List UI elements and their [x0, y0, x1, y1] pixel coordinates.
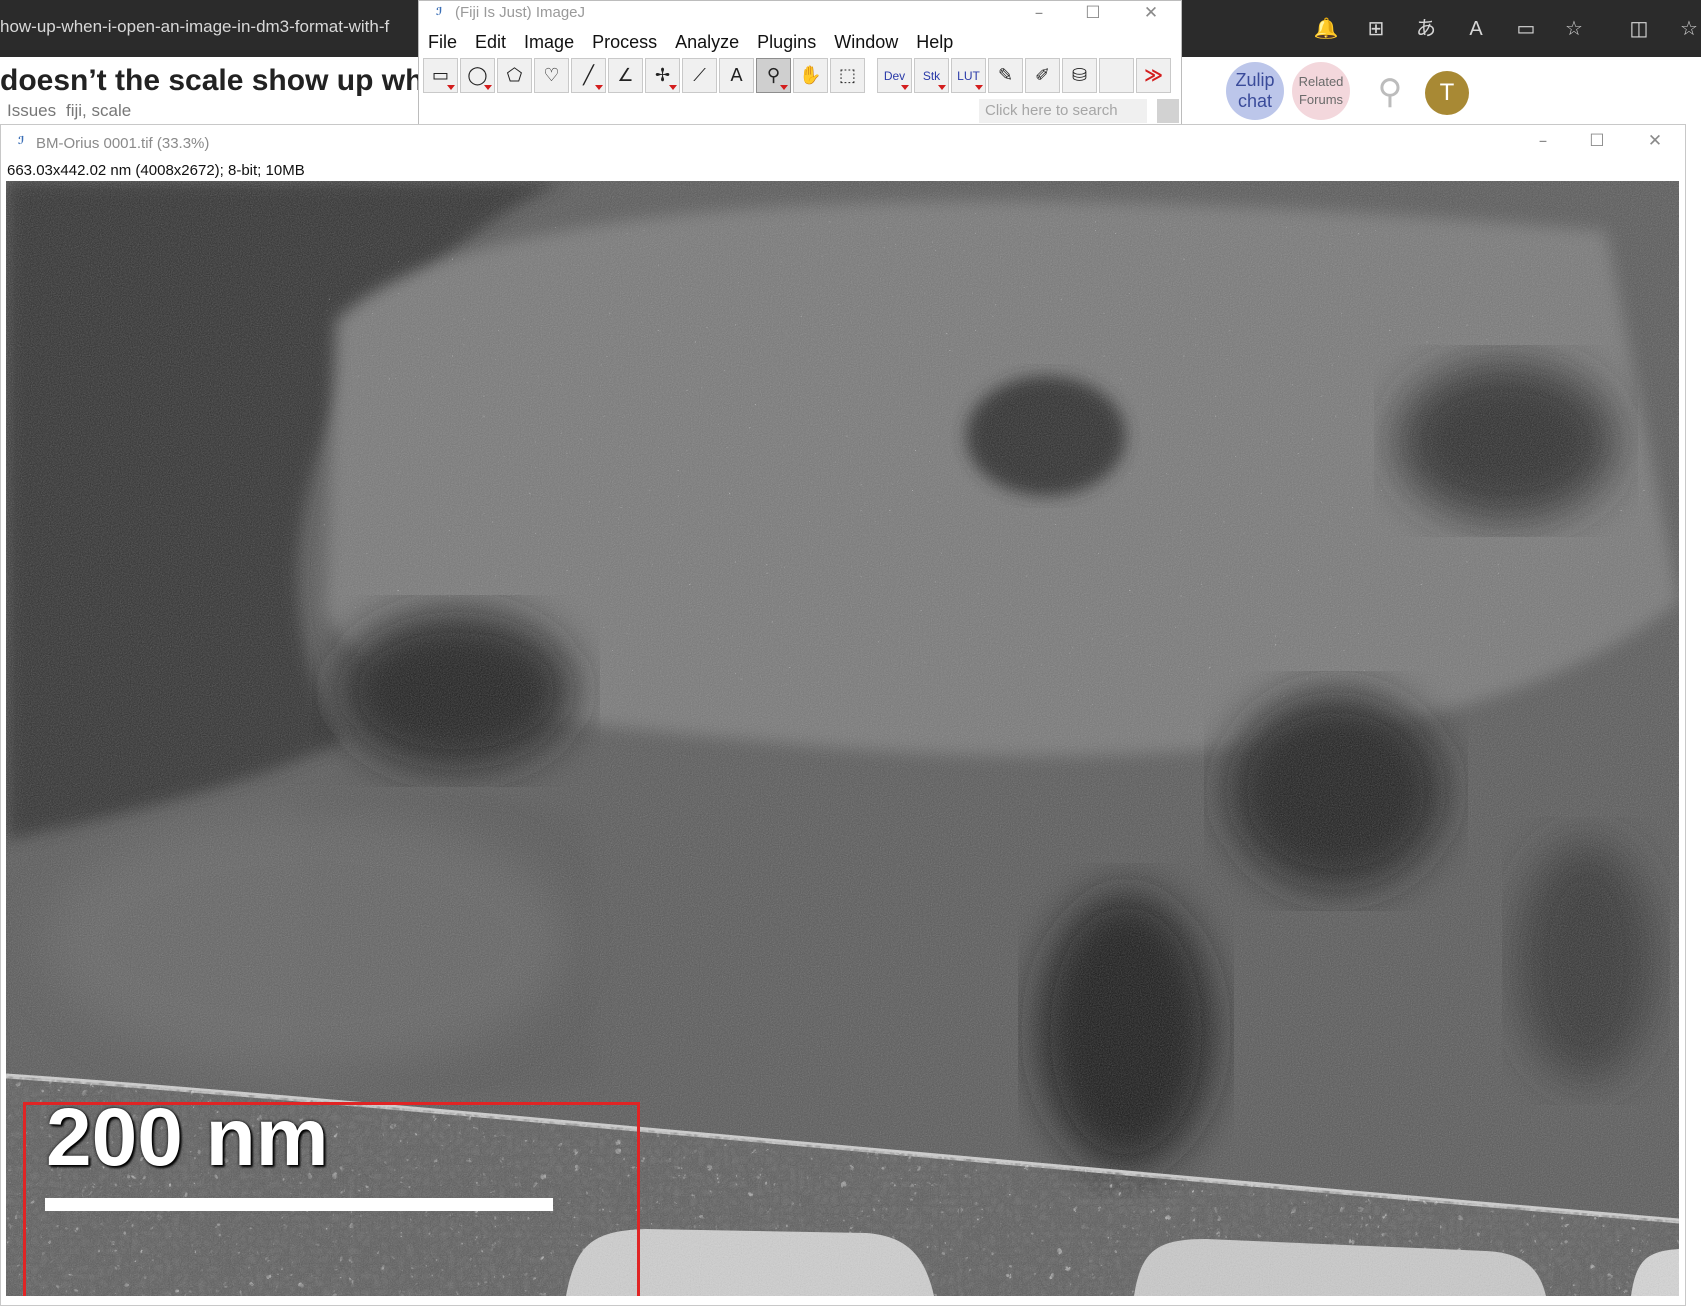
color-picker-tool-icon[interactable]: ⬚ — [830, 58, 865, 93]
close-icon[interactable]: ✕ — [1633, 129, 1677, 153]
image-canvas[interactable]: 200 nm — [6, 181, 1679, 1296]
minimize-icon[interactable]: – — [1521, 129, 1565, 153]
dev-tool-button[interactable]: Dev — [877, 58, 912, 93]
related-forums-button[interactable]: Related Forums — [1292, 62, 1350, 120]
text-tool-icon[interactable]: A — [719, 58, 754, 93]
rectangle-tool-icon[interactable]: ▭ — [423, 58, 458, 93]
topic-tags[interactable]: fiji, scale — [66, 101, 131, 121]
lut-tool-button[interactable]: LUT — [951, 58, 986, 93]
pencil-tool-icon[interactable]: ✎ — [988, 58, 1023, 93]
topic-category[interactable]: Issues — [7, 101, 56, 121]
hand-tool-icon[interactable]: ✋ — [793, 58, 828, 93]
freehand-tool-icon[interactable]: ♡ — [534, 58, 569, 93]
zulip-chat-button[interactable]: Zulip chat — [1226, 62, 1284, 120]
dev-label: Dev — [883, 68, 906, 83]
split-screen-icon[interactable]: ◫ — [1622, 12, 1656, 46]
read-aloud-icon[interactable]: A — [1459, 12, 1493, 46]
maximize-icon[interactable]: ☐ — [1071, 1, 1115, 25]
imagej-titlebar[interactable]: ℐ (Fiji Is Just) ImageJ – ☐ ✕ — [419, 1, 1181, 25]
wand-tool-icon[interactable]: ⟋ — [682, 58, 717, 93]
minimize-icon[interactable]: – — [1017, 1, 1061, 25]
imagej-main-window: ℐ (Fiji Is Just) ImageJ – ☐ ✕ File Edit … — [418, 0, 1182, 126]
image-window-icon: ℐ — [17, 134, 25, 147]
point-tool-icon[interactable]: ✢ — [645, 58, 680, 93]
menu-image[interactable]: Image — [515, 29, 583, 55]
favorite-star-icon[interactable]: ☆ — [1557, 12, 1591, 46]
maximize-icon[interactable]: ☐ — [1575, 129, 1619, 153]
extensions-icon[interactable]: ⊞ — [1359, 12, 1393, 46]
image-window: ℐ BM-Orius 0001.tif (33.3%) – ☐ ✕ 663.03… — [0, 124, 1686, 1306]
status-scrollbar[interactable] — [1157, 99, 1179, 123]
search-icon[interactable]: ⚲ — [1370, 72, 1410, 112]
menu-edit[interactable]: Edit — [466, 29, 515, 55]
related-label-line1: Related — [1298, 74, 1344, 89]
menu-window[interactable]: Window — [825, 29, 907, 55]
stk-label: Stk — [922, 68, 941, 83]
menu-plugins[interactable]: Plugins — [748, 29, 825, 55]
imagej-app-icon: ℐ — [435, 5, 443, 18]
close-icon[interactable]: ✕ — [1129, 1, 1173, 25]
oval-tool-icon[interactable]: ◯ — [460, 58, 495, 93]
empty-tool-slot[interactable] — [1099, 58, 1134, 93]
flood-fill-tool-icon[interactable]: ⛁ — [1062, 58, 1097, 93]
favorites-icon[interactable]: ☆ — [1672, 12, 1701, 46]
search-field[interactable]: Click here to search — [979, 99, 1147, 123]
stk-tool-button[interactable]: Stk — [914, 58, 949, 93]
translate-icon[interactable]: あ — [1409, 12, 1443, 46]
menu-process[interactable]: Process — [583, 29, 666, 55]
related-label-line2: Forums — [1298, 92, 1344, 107]
menu-analyze[interactable]: Analyze — [666, 29, 748, 55]
immersive-reader-icon[interactable]: ▭ — [1509, 12, 1543, 46]
image-info-line: 663.03x442.02 nm (4008x2672); 8-bit; 10M… — [7, 162, 305, 179]
address-bar-url[interactable]: how-up-when-i-open-an-image-in-dm3-forma… — [0, 17, 389, 37]
imagej-menubar: File Edit Image Process Analyze Plugins … — [419, 29, 962, 55]
menu-help[interactable]: Help — [907, 29, 962, 55]
bell-icon[interactable]: 🔔 — [1309, 12, 1343, 46]
lut-label: LUT — [957, 68, 980, 83]
angle-tool-icon[interactable]: ∠ — [608, 58, 643, 93]
more-tools-icon[interactable]: ≫ — [1136, 58, 1171, 93]
highlight-annotation-box — [23, 1102, 640, 1296]
image-window-title: BM-Orius 0001.tif (33.3%) — [36, 135, 210, 152]
imagej-title: (Fiji Is Just) ImageJ — [455, 4, 586, 21]
topic-title[interactable]: doesn’t the scale show up wh — [0, 64, 423, 98]
line-tool-icon[interactable]: ╱ — [571, 58, 606, 93]
brush-tool-icon[interactable]: ✐ — [1025, 58, 1060, 93]
magnifier-tool-icon[interactable]: ⚲ — [756, 58, 791, 93]
zulip-label-line2: chat — [1237, 91, 1272, 111]
imagej-toolbar: ▭ ◯ ⬠ ♡ ╱ ∠ ✢ ⟋ A ⚲ ✋ ⬚ Dev Stk LUT ✎ ✐ … — [423, 58, 1173, 96]
user-avatar[interactable]: T — [1425, 71, 1469, 115]
menu-file[interactable]: File — [419, 29, 466, 55]
zulip-label-line1: Zulip — [1235, 70, 1275, 90]
polygon-tool-icon[interactable]: ⬠ — [497, 58, 532, 93]
